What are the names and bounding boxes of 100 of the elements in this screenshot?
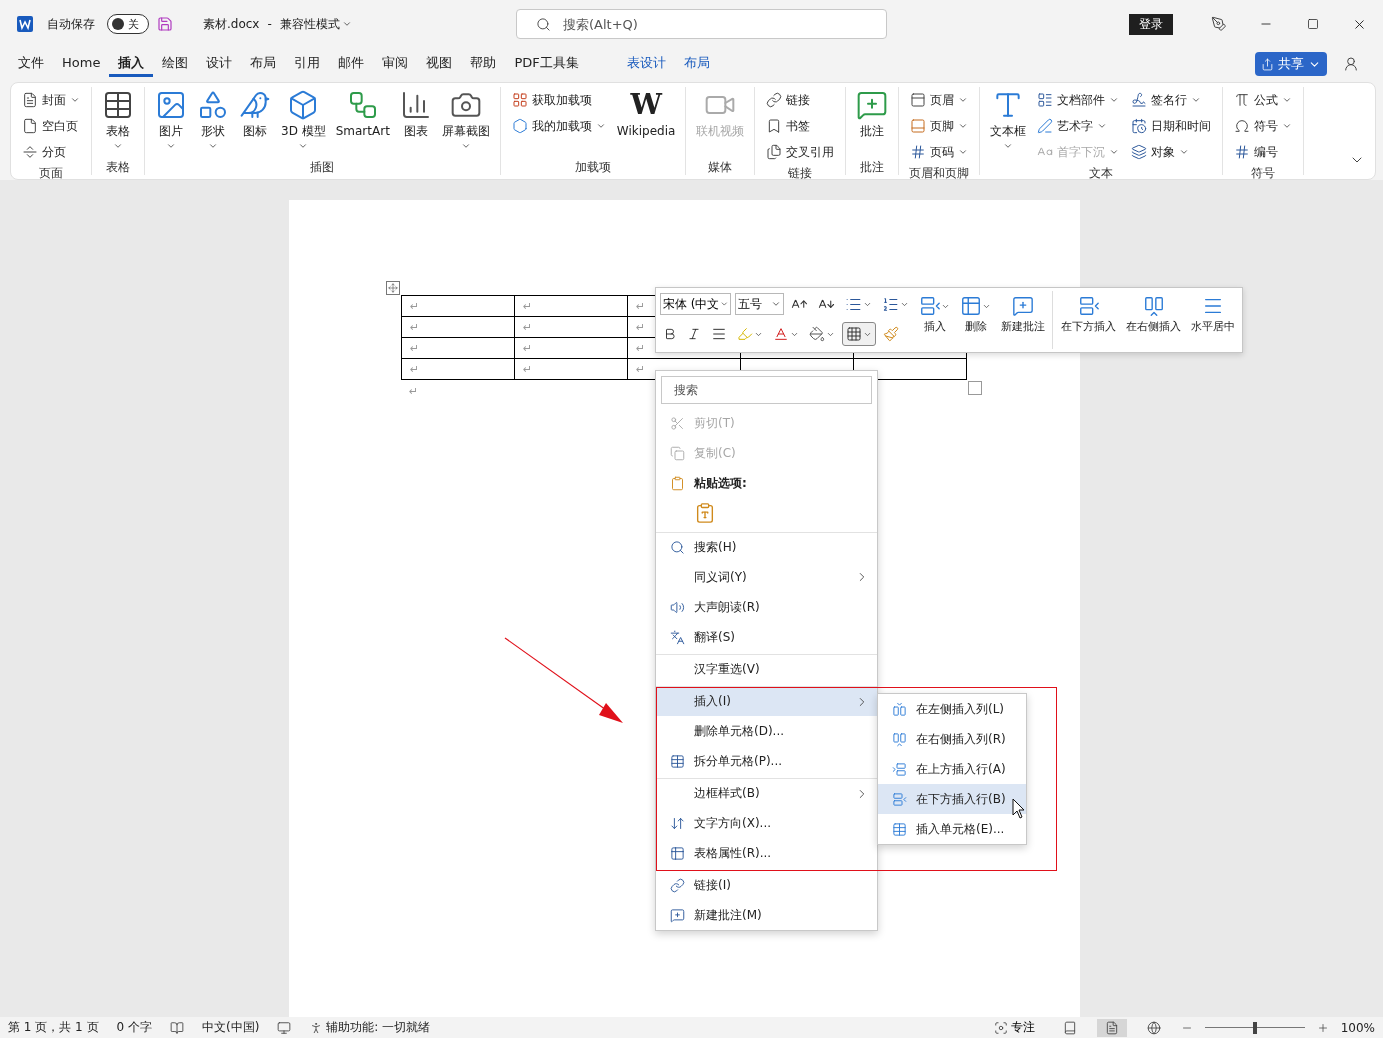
autosave-toggle[interactable]: 关 [107,14,149,34]
page-count[interactable]: 第 1 页，共 1 页 [8,1019,99,1036]
ribbon-button[interactable]: SmartArt [331,87,394,140]
text-direction-icon [669,815,685,831]
ribbon-tab[interactable]: 视图 [417,51,462,77]
ribbon-tab[interactable]: 设计 [197,51,242,77]
accessibility-status[interactable]: 辅助功能: 一切就绪 [309,1019,431,1036]
ribbon-tab[interactable]: 插入 [109,51,154,77]
table-cell: ↵ [514,316,628,338]
menu-item[interactable]: 插入(I) [656,686,877,716]
ribbon-button[interactable]: 签名行 [1126,87,1217,113]
save-icon[interactable] [157,16,173,32]
menu-item[interactable]: 删除单元格(D)... [656,716,877,746]
ribbon-tab[interactable]: 邮件 [329,51,374,77]
pi-icon [1234,92,1251,108]
table-resize-handle[interactable] [968,381,982,395]
ribbon-button[interactable]: 日期和时间 [1126,113,1217,139]
ribbon-tab[interactable]: 帮助 [461,51,506,77]
caret-icon [771,299,781,309]
ribbon-button[interactable]: 艺术字 [1032,113,1125,139]
ribbon-button[interactable]: 空白页 [17,113,85,139]
caret-icon [1003,141,1014,151]
view-button[interactable] [1096,1018,1127,1037]
word-count[interactable]: 0 个字 [116,1019,152,1036]
menu-item[interactable]: 搜索(H) [656,532,877,562]
ribbon-button[interactable]: 表格 [98,87,138,153]
menu-item[interactable]: 翻译(S) [656,622,877,652]
ribbon-tab[interactable]: 文件 [9,51,53,77]
ribbon-button[interactable]: 公式 [1229,87,1298,113]
submenu-item[interactable]: 插入单元格(E)... [878,814,1026,844]
ribbon-tab[interactable]: 审阅 [373,51,418,77]
ribbon-button[interactable]: W Wikipedia [612,87,680,140]
toolbar-action-button[interactable]: 新建批注 [998,291,1048,349]
toolbar-action-button[interactable]: 水平居中 [1188,291,1238,349]
toolbar-action-button[interactable]: 在右侧插入 [1123,291,1184,349]
ribbon-button[interactable]: 书签 [761,113,840,139]
menu-item[interactable]: 同义词(Y) [656,562,877,592]
ribbon-tab[interactable]: 布局 [674,51,719,77]
submenu-item[interactable]: 在右侧插入列(R) [878,724,1026,754]
ribbon-tab[interactable]: 表设计 [617,51,675,77]
zoom-thumb[interactable] [1252,1021,1257,1034]
table-move-handle[interactable] [386,281,400,295]
ribbon-button[interactable]: 符号 [1229,113,1298,139]
ribbon-button[interactable]: 编号 [1229,139,1298,165]
ribbon-button[interactable]: 文档部件 [1032,87,1125,113]
ribbon-button[interactable]: 我的加载项 [506,113,611,139]
compatibility-mode-dropdown[interactable]: 兼容性模式 [279,15,352,33]
caret-icon [1282,95,1293,105]
menu-search-field[interactable]: 搜索 [661,376,872,404]
submenu-item[interactable]: 在上方插入行(A) [878,754,1026,784]
ribbon-button[interactable]: 页脚 [905,113,974,139]
ribbon-button[interactable]: 页眉 [905,87,974,113]
ribbon-tab[interactable]: Home [53,51,110,77]
ribbon-button[interactable]: 页码 [905,139,974,165]
submenu-item[interactable]: 在左侧插入列(L) [878,694,1026,724]
table-cell: ↵ [514,358,628,380]
ribbon-button[interactable]: 链接 [761,87,840,113]
group-label: 批注 [859,159,886,175]
search-field[interactable]: 搜索(Alt+Q) [516,9,887,39]
menu-item[interactable]: 拆分单元格(P)... [656,746,877,776]
ribbon-button[interactable]: 封面 [17,87,85,113]
ribbon-tab[interactable]: 引用 [285,51,330,77]
focus-button[interactable]: 专注 [985,1017,1043,1038]
ribbon-button[interactable]: 批注 [852,87,893,140]
menu-item[interactable]: 文字方向(X)... [656,808,877,838]
submenu-item[interactable]: 在下方插入行(B) [878,784,1026,814]
ribbon-button[interactable]: 图标 [235,87,275,140]
ribbon-button[interactable]: 3D 模型 [277,87,330,153]
borders-button[interactable] [842,322,876,346]
ribbon-button[interactable]: 文本框 [986,87,1031,153]
wikipedia-logo: W [630,89,662,121]
ribbon-tab[interactable]: PDF工具集 [505,51,588,77]
ribbon-button[interactable]: 图片 [151,87,191,153]
caret-icon [341,19,352,29]
sign-in-button[interactable]: 登录 [1129,13,1173,35]
font-size-dropdown[interactable]: 五号 [735,293,784,315]
toolbar-action-button[interactable]: 在下方插入 [1052,291,1119,349]
ribbon-button[interactable]: 分页 [17,139,85,165]
ribbon-button[interactable]: 屏幕截图 [437,87,494,153]
paintbrush-icon [883,326,899,342]
zoom-level[interactable]: 100% [1340,1020,1375,1035]
menu-item[interactable]: 新建批注(M) [656,900,877,930]
toolbar-action-button[interactable]: 插入 [916,291,953,349]
toolbar-action-button[interactable]: 删除 [957,291,994,349]
menu-item[interactable]: 大声朗读(R) [656,592,877,622]
ribbon-tab[interactable]: 布局 [241,51,286,77]
font-dropdown[interactable]: 宋体 (中文 [660,293,731,315]
ribbon-button[interactable]: 形状 [193,87,233,153]
language-label[interactable]: 中文(中国) [202,1019,260,1036]
menu-item[interactable]: 汉字重选(V) [656,654,877,684]
menu-item[interactable]: 表格属性(R)... [656,838,877,868]
ribbon-button[interactable]: 获取加载项 [506,87,611,113]
share-button[interactable]: 共享 [1255,52,1327,76]
insert-row-above-icon [891,761,907,777]
ribbon-button[interactable]: 对象 [1126,139,1217,165]
ribbon-button[interactable]: 图表 [395,87,436,140]
ribbon-button[interactable]: 交叉引用 [761,139,840,165]
ribbon-tab[interactable]: 绘图 [153,51,198,77]
bold-icon [663,327,677,341]
copy-icon [669,445,685,461]
